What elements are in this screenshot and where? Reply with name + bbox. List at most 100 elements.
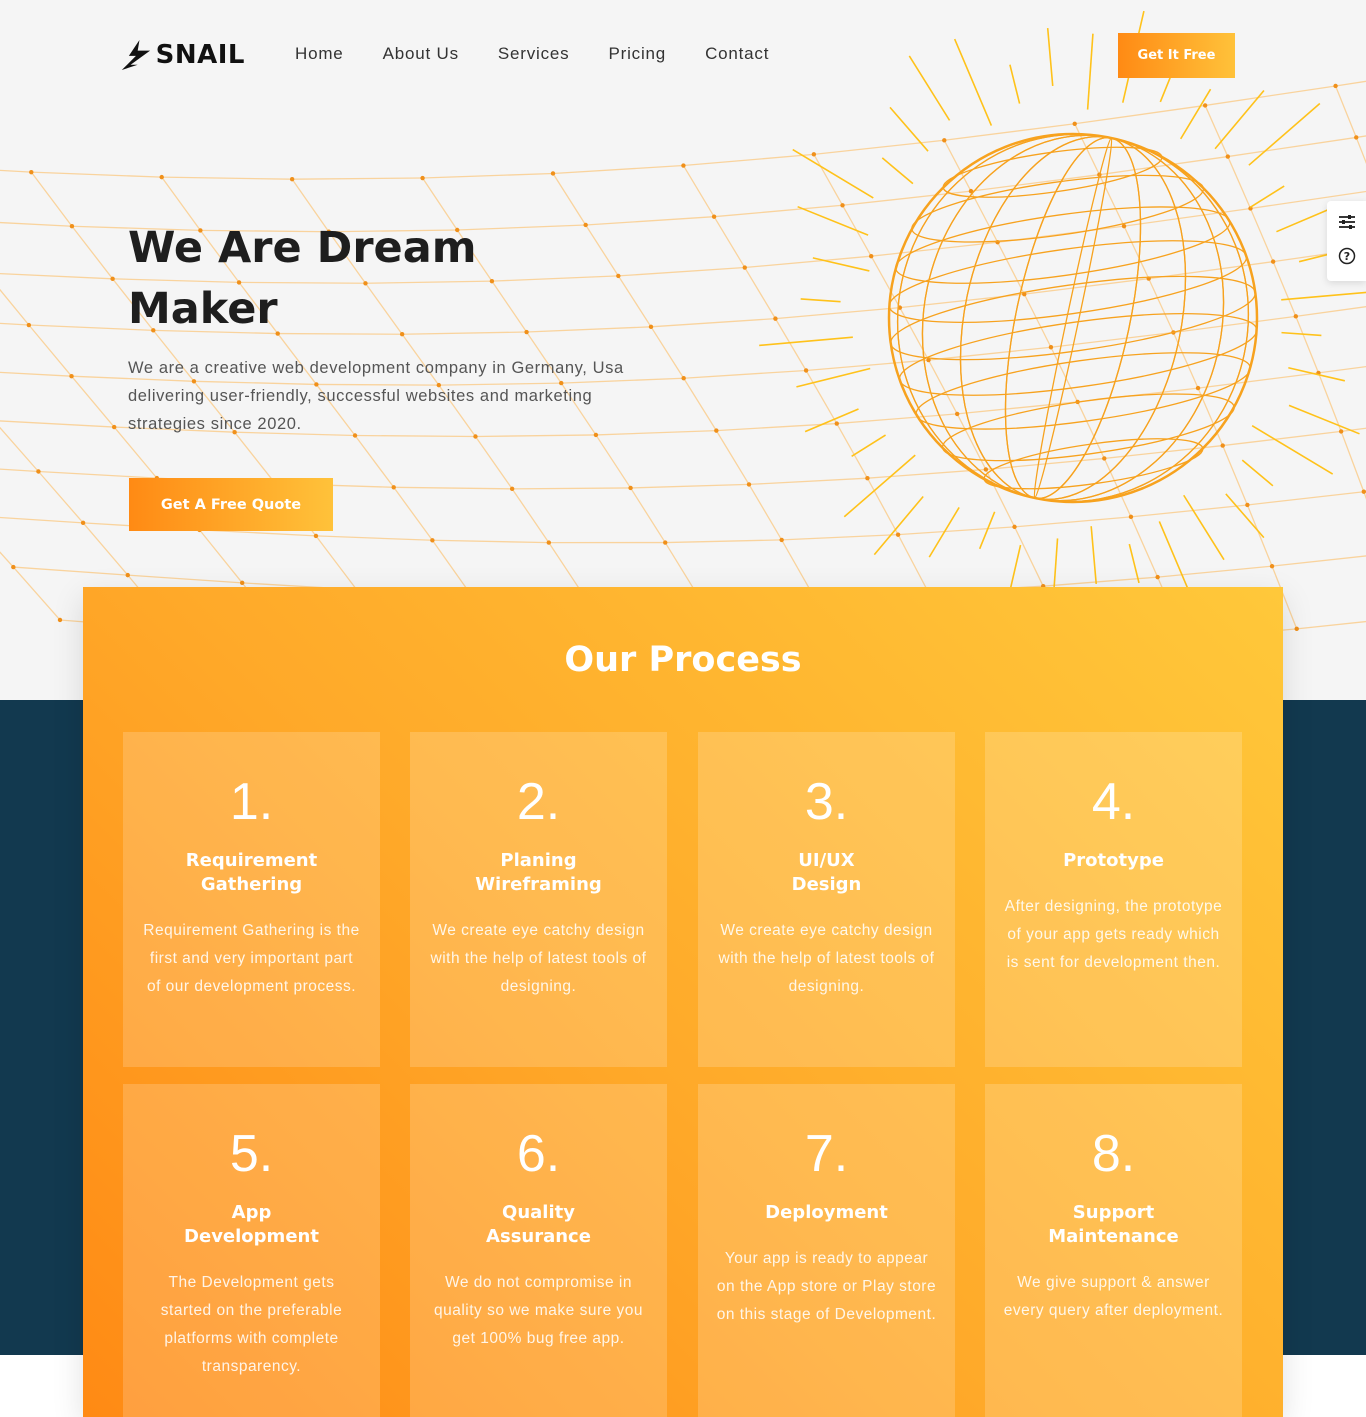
mesh-line	[1340, 431, 1365, 492]
process-step-text: The Development gets started on the pref…	[160, 1274, 343, 1375]
nav-item-services[interactable]: Services	[498, 44, 570, 64]
mesh-node	[1338, 429, 1344, 434]
mesh-line	[595, 434, 632, 489]
mesh-node	[1354, 135, 1359, 140]
mesh-node	[1361, 489, 1366, 494]
process-card: 4. Prototype After designing, the prototyp…	[985, 732, 1242, 1067]
process-title: Our Process	[564, 640, 802, 680]
globe-ray	[1179, 88, 1212, 140]
mesh-line	[511, 488, 550, 543]
nav-item-about-us[interactable]: About Us	[383, 44, 459, 64]
mesh-node	[420, 175, 425, 181]
mesh-line	[1227, 136, 1357, 158]
help-circle-icon[interactable]: ?	[1338, 247, 1356, 269]
hero-title-line2: Maker	[128, 284, 278, 334]
mesh-node	[779, 537, 784, 543]
mesh-line	[552, 164, 684, 175]
mesh-node	[1220, 443, 1225, 448]
globe-ray	[1281, 331, 1322, 337]
globe-ray	[881, 157, 914, 185]
mesh-node	[1102, 456, 1107, 461]
process-step-text: We do not compromise in quality so we ma…	[433, 1274, 644, 1347]
hero-title-line1: We Are Dream	[128, 223, 477, 273]
mesh-line	[897, 534, 930, 594]
process-card: 5. App Development The Development gets sta…	[123, 1084, 380, 1417]
mesh-line	[1246, 504, 1273, 567]
process-step-text: After designing, the prototype of your a…	[1004, 898, 1223, 971]
globe-meridian	[1004, 136, 1142, 500]
mesh-line	[1172, 332, 1199, 389]
mesh-line	[1014, 516, 1132, 528]
mesh-line	[315, 535, 358, 590]
mesh-line	[512, 487, 631, 490]
mesh-node	[26, 322, 32, 328]
mesh-node	[711, 214, 717, 219]
process-step-number: 1.	[229, 773, 274, 831]
mesh-node	[773, 316, 778, 321]
mesh-line	[956, 413, 987, 470]
mesh-node	[1269, 563, 1275, 569]
process-step-number: 6.	[516, 1125, 561, 1183]
mesh-node	[895, 532, 901, 537]
mesh-line	[1173, 315, 1296, 334]
mesh-line	[1023, 293, 1052, 348]
mesh-line	[393, 486, 513, 490]
mesh-line	[1356, 135, 1366, 139]
process-step-title-line2: Maintenance	[1048, 1226, 1179, 1247]
mesh-line	[1227, 156, 1252, 209]
globe-ray	[1276, 208, 1331, 233]
logo[interactable]: SNAIL	[120, 36, 245, 74]
mesh-line	[0, 169, 32, 173]
process-step-number: 2.	[516, 773, 561, 831]
mesh-line	[0, 420, 115, 428]
globe-ray	[1090, 526, 1098, 585]
process-card: 2. Planing Wireframing We create eye catchy…	[410, 732, 667, 1067]
mesh-node	[1333, 83, 1338, 89]
mesh-node	[834, 421, 839, 426]
mesh-node	[803, 368, 809, 373]
mesh-line	[997, 241, 1025, 295]
globe-ray	[792, 148, 874, 199]
mesh-line	[1222, 445, 1248, 506]
process-step-text: Requirement Gathering is the first and v…	[143, 922, 360, 995]
nav-item-home[interactable]: Home	[295, 44, 344, 64]
mesh-line	[71, 225, 114, 280]
globe-ray	[953, 38, 993, 126]
mesh-line	[234, 431, 276, 484]
mesh-line	[1271, 555, 1366, 567]
mesh-line	[474, 436, 513, 490]
get-it-free-button[interactable]: Get It Free	[1118, 33, 1235, 78]
mesh-node	[681, 163, 686, 168]
process-step-text: Your app is ready to appear on the App s…	[716, 1250, 937, 1323]
globe-ray	[1241, 459, 1274, 487]
mesh-line	[744, 255, 872, 269]
hero-description: We are a creative web development compan…	[128, 359, 624, 433]
mesh-node	[1245, 502, 1250, 508]
mesh-line	[1043, 576, 1158, 587]
globe-ray	[851, 434, 886, 457]
mesh-node	[391, 485, 396, 490]
mesh-node	[840, 203, 845, 208]
mesh-line	[898, 526, 1015, 536]
process-step-title: Prototype	[995, 849, 1232, 873]
mesh-line	[928, 346, 1052, 361]
mesh-node	[1225, 154, 1231, 159]
mesh-line	[1335, 80, 1366, 87]
mesh-line	[748, 477, 868, 486]
get-free-quote-button[interactable]: Get A Free Quote	[129, 478, 333, 531]
mesh-line	[1148, 278, 1174, 333]
mesh-line	[1074, 104, 1206, 125]
mesh-node	[239, 580, 245, 586]
sliders-icon[interactable]	[1338, 214, 1356, 234]
mesh-line	[1249, 208, 1274, 262]
mesh-line	[774, 318, 807, 371]
globe-illustration	[759, 10, 1366, 637]
globe-ray	[797, 205, 869, 236]
globe-ray	[1214, 90, 1265, 150]
process-step-number: 8.	[1091, 1125, 1136, 1183]
mesh-node	[125, 572, 130, 578]
globe-ray	[1009, 64, 1021, 104]
nav-item-contact[interactable]: Contact	[705, 44, 769, 64]
mesh-node	[159, 174, 164, 180]
nav-item-pricing[interactable]: Pricing	[608, 44, 666, 64]
